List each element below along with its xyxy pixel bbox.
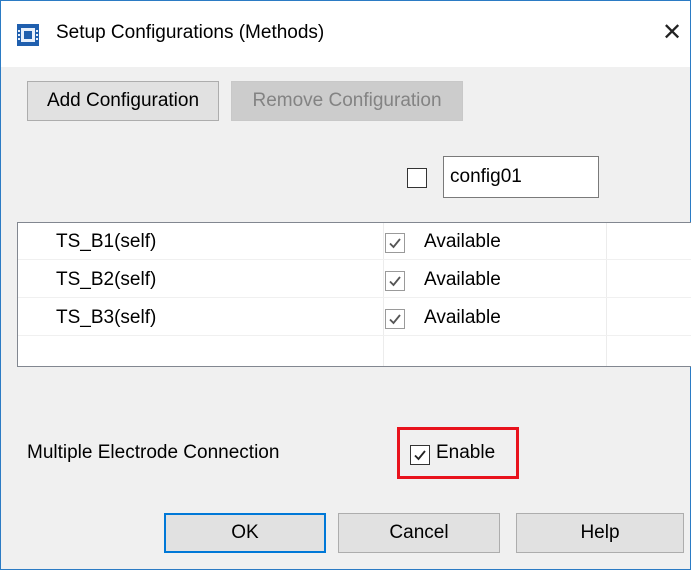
enable-label[interactable]: Enable [436,442,495,464]
close-icon: ✕ [661,19,683,46]
add-configuration-button[interactable]: Add Configuration [27,81,219,121]
electrode-grid: TS_B1(self) Available TS_B2(self) Availa… [17,222,691,367]
table-row[interactable]: TS_B2(self) Available [18,261,691,298]
availability-label: Available [424,307,501,328]
help-button[interactable]: Help [516,513,684,553]
checkmark-icon [389,238,401,249]
electrode-name: TS_B2(self) [56,269,157,290]
availability-label: Available [424,269,501,290]
ok-button[interactable]: OK [164,513,326,553]
available-checkbox[interactable] [385,271,405,291]
checkmark-icon [414,450,426,461]
cancel-button[interactable]: Cancel [338,513,500,553]
electrode-name: TS_B1(self) [56,231,157,252]
availability-label: Available [424,231,501,252]
available-checkbox[interactable] [385,233,405,253]
checkmark-icon [389,314,401,325]
multiple-electrode-connection-label: Multiple Electrode Connection [27,442,280,463]
remove-configuration-button: Remove Configuration [231,81,463,121]
config-select-checkbox[interactable] [407,168,427,188]
setup-configurations-dialog: Setup Configurations (Methods) ✕ Add Con… [0,0,691,570]
electrode-name: TS_B3(self) [56,307,157,328]
app-chip-icon [17,24,39,46]
enable-highlight-box: Enable [397,427,519,479]
close-button[interactable]: ✕ [659,19,685,47]
enable-checkbox[interactable] [410,445,430,465]
available-checkbox[interactable] [385,309,405,329]
checkmark-icon [389,276,401,287]
config-name-field[interactable]: config01 [443,156,599,198]
title-bar: Setup Configurations (Methods) ✕ [1,1,690,67]
table-row[interactable]: TS_B1(self) Available [18,223,691,260]
table-row[interactable]: TS_B3(self) Available [18,299,691,336]
empty-row [18,337,691,366]
window-title: Setup Configurations (Methods) [56,22,325,43]
